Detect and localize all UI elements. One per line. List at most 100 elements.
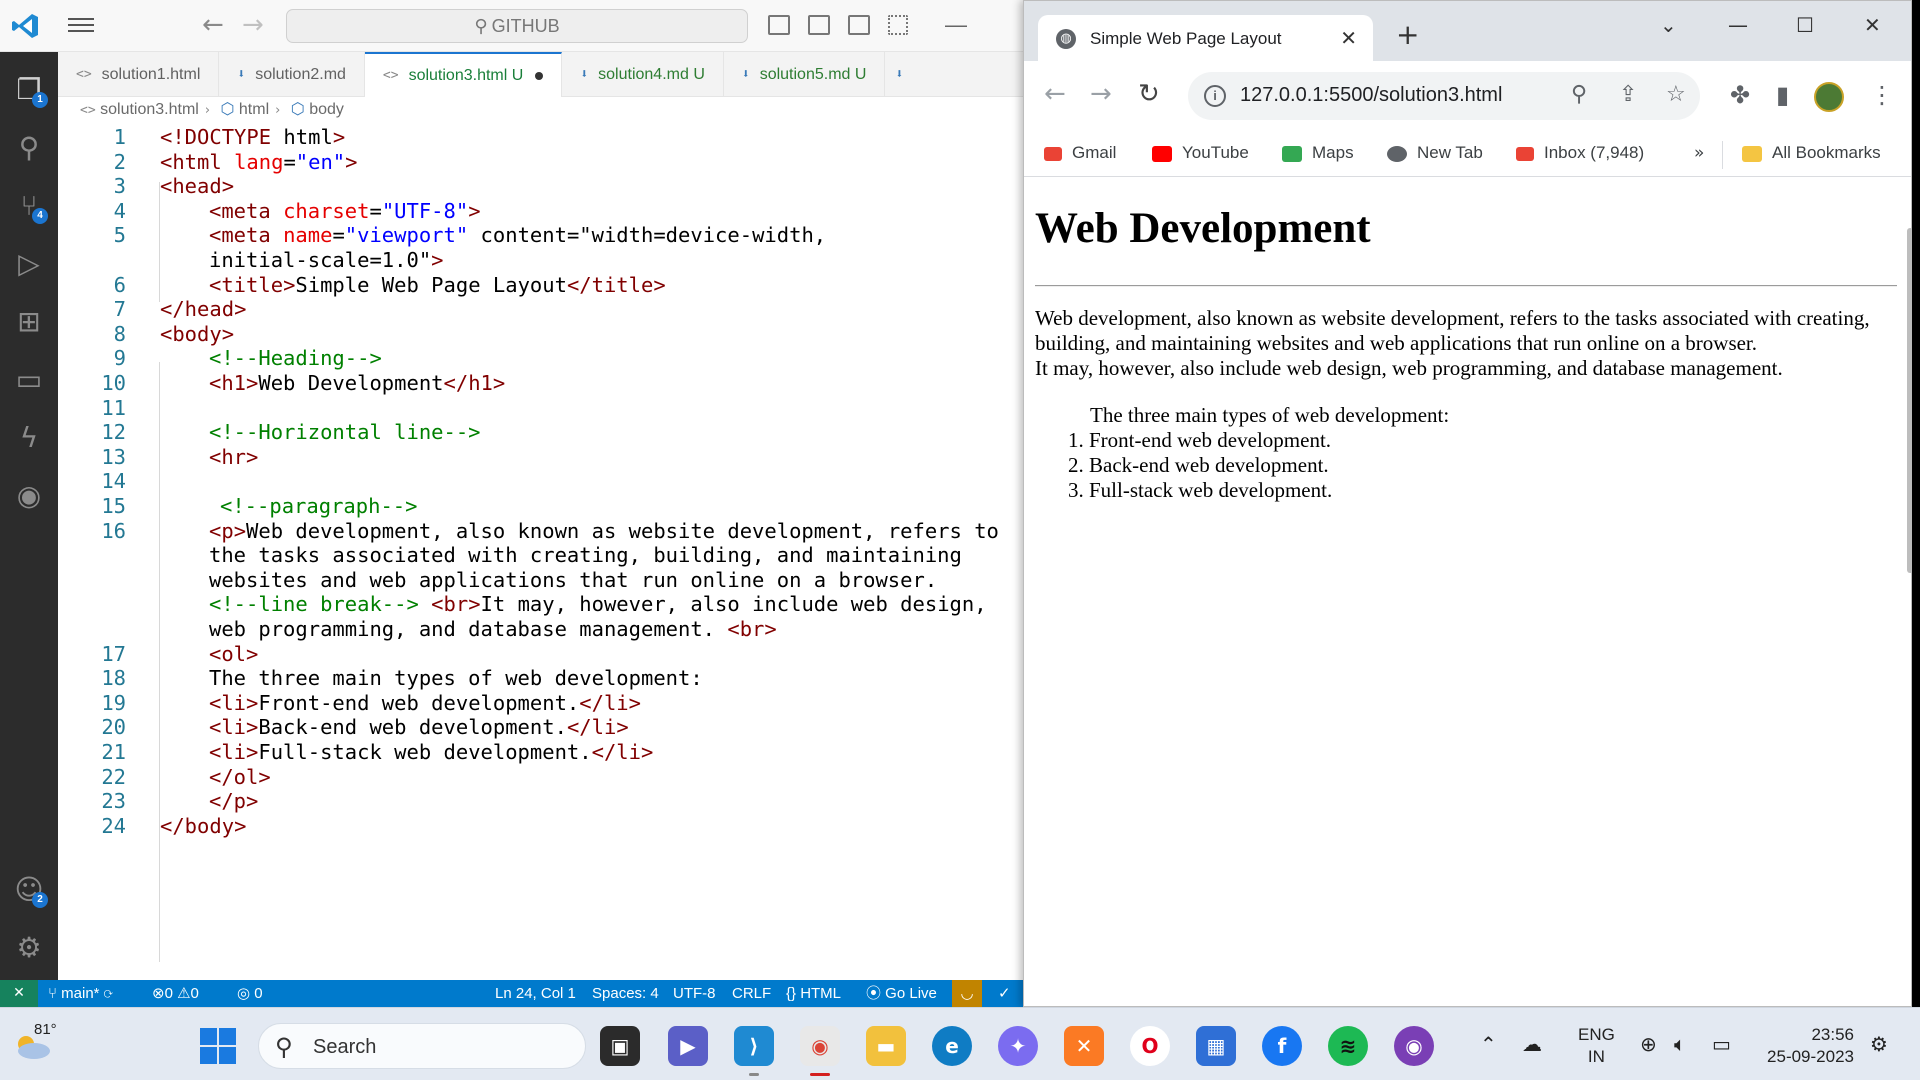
xampp-icon[interactable]: ✕ — [1064, 1026, 1104, 1066]
close-tab-icon[interactable]: ✕ — [1340, 26, 1357, 50]
tab-solution1-html[interactable]: <> solution1.html — [58, 52, 220, 97]
command-center-search[interactable]: ⚲ GITHUB — [286, 9, 748, 43]
volume-icon[interactable]: 🔈︎ — [1674, 1032, 1686, 1056]
indentation[interactable]: Spaces: 4 — [592, 980, 659, 1007]
taskbar-search[interactable]: ⚲ Search — [258, 1023, 586, 1069]
show-hidden-icons-chevron[interactable]: ⌃ — [1480, 1032, 1497, 1056]
error-icon: ⊗ — [152, 985, 165, 1002]
breadcrumb: <> solution3.html › ⬡ html › ⬡ body — [80, 99, 344, 121]
bookmark-youtube[interactable]: YouTube — [1152, 133, 1249, 177]
toggle-secondary-sidebar-icon[interactable] — [848, 15, 870, 35]
ports-indicator[interactable]: ◎ 0 — [237, 980, 263, 1007]
notifications-icon[interactable]: ⚙ — [1870, 1032, 1888, 1056]
file-explorer-icon[interactable]: ▬ — [866, 1026, 906, 1066]
facebook-icon[interactable]: f — [1262, 1026, 1302, 1066]
remote-indicator-icon[interactable]: ✕ — [0, 980, 38, 1007]
edge-icon[interactable]: e — [932, 1026, 972, 1066]
extensions-icon[interactable]: ⊞ — [0, 292, 58, 350]
bookmark-star-icon[interactable]: ☆ — [1666, 82, 1686, 107]
toggle-panel-icon[interactable] — [808, 15, 830, 35]
maximize-button[interactable]: ☐ — [1796, 13, 1814, 37]
toggle-primary-sidebar-icon[interactable] — [768, 15, 790, 35]
reload-icon[interactable]: ↻ — [1138, 79, 1160, 109]
explorer-icon[interactable]: ❐ 1 — [0, 60, 58, 118]
tab-solution4-md[interactable]: ⬇ solution4.md U — [562, 52, 724, 97]
bookmark-inbox[interactable]: Inbox (7,948) — [1516, 133, 1644, 177]
input-language[interactable]: ENG IN — [1578, 1024, 1615, 1068]
run-debug-icon[interactable]: ▷ — [0, 234, 58, 292]
opera-icon[interactable]: O — [1130, 1026, 1170, 1066]
scrollbar[interactable] — [1907, 228, 1911, 573]
settings-gear-icon[interactable]: ⚙ — [0, 918, 58, 976]
bookmark-maps[interactable]: Maps — [1282, 133, 1354, 177]
minimize-button[interactable]: — — [1728, 13, 1748, 37]
close-window-button[interactable]: ✕ — [1864, 13, 1881, 37]
back-arrow-icon[interactable]: ← — [1044, 79, 1066, 109]
search-icon[interactable]: ⚲ — [0, 118, 58, 176]
start-button[interactable] — [200, 1028, 236, 1064]
back-arrow-icon[interactable]: ← — [202, 10, 224, 40]
problems-indicator[interactable]: ⊗0 ⚠0 — [152, 980, 199, 1007]
code-editor[interactable]: 1 <!DOCTYPE html> 2 <html lang="en"> 3 <head>… — [58, 122, 1025, 980]
network-globe-icon[interactable]: ⊕ — [1640, 1032, 1657, 1056]
go-live-button[interactable]: ⦿ Go Live — [866, 980, 937, 1007]
tab-solution2-md[interactable]: ⬇ solution2.md — [219, 52, 365, 97]
task-view-icon[interactable]: ▣ — [600, 1026, 640, 1066]
line-ending[interactable]: CRLF — [732, 980, 771, 1007]
all-bookmarks-button[interactable]: All Bookmarks — [1742, 133, 1881, 177]
clock[interactable]: 23:56 25-09-2023 — [1760, 1024, 1854, 1068]
check-icon[interactable]: ✓ — [998, 980, 1011, 1007]
chrome-toolbar: ← → ↻ i 127.0.0.1:5500/solution3.html ⚲ … — [1024, 61, 1911, 133]
battery-icon[interactable]: ▭ — [1712, 1032, 1731, 1056]
github-icon[interactable]: ◉ — [0, 466, 58, 524]
branch-indicator[interactable]: ⑂ main* ⟳ — [48, 980, 113, 1007]
browser-tab[interactable]: ◍ Simple Web Page Layout ✕ — [1038, 15, 1373, 61]
menu-kebab-icon[interactable]: ⋮ — [1870, 81, 1894, 109]
spotify-icon[interactable]: ≋ — [1328, 1026, 1368, 1066]
github-desktop-icon[interactable]: ◉ — [1394, 1026, 1434, 1066]
cursor-position[interactable]: Ln 24, Col 1 — [495, 980, 576, 1007]
unsaved-dot-icon[interactable] — [535, 71, 544, 80]
breadcrumb-body[interactable]: body — [309, 101, 344, 118]
thunder-client-icon[interactable]: ϟ — [0, 408, 58, 466]
minimize-button[interactable]: — — [945, 12, 967, 38]
bookmark-new-tab[interactable]: New Tab — [1387, 133, 1483, 177]
source-control-icon[interactable]: ⑂ 4 — [0, 176, 58, 234]
markdown-file-icon: ⬇ — [580, 67, 589, 82]
onedrive-cloud-icon[interactable]: ☁ — [1522, 1032, 1542, 1056]
breadcrumb-file[interactable]: solution3.html — [100, 101, 199, 118]
chrome-app-icon[interactable]: ◉ — [800, 1026, 840, 1076]
bookmark-gmail[interactable]: Gmail — [1044, 133, 1116, 177]
new-tab-button[interactable]: + — [1396, 21, 1419, 49]
profile-avatar[interactable] — [1814, 82, 1844, 112]
microsoft-store-icon[interactable]: ▦ — [1196, 1026, 1236, 1066]
forward-arrow-icon[interactable]: → — [1090, 79, 1112, 109]
teams-chat-icon[interactable]: ▶ — [668, 1026, 708, 1066]
side-panel-icon[interactable]: ▮ — [1776, 81, 1789, 109]
accounts-icon[interactable]: ☺ 2 — [0, 860, 58, 918]
menu-icon[interactable] — [68, 14, 94, 38]
breadcrumb-html[interactable]: html — [239, 101, 269, 118]
temperature: 81° — [34, 1021, 57, 1038]
share-icon[interactable]: ⇪ — [1619, 82, 1637, 107]
tab-solution3-html[interactable]: <> solution3.html U — [364, 52, 563, 97]
bookmarks-overflow-button[interactable]: » — [1694, 133, 1704, 177]
copilot-icon[interactable]: ✦ — [998, 1026, 1038, 1066]
address-bar[interactable]: i 127.0.0.1:5500/solution3.html ⚲ ⇪ ☆ — [1188, 72, 1700, 120]
line-number: 24 — [101, 813, 126, 838]
forward-arrow-icon[interactable]: → — [242, 10, 264, 40]
tab-overflow[interactable]: ⬇ — [885, 52, 923, 97]
zoom-icon[interactable]: ⚲ — [1571, 82, 1587, 107]
remote-explorer-icon[interactable]: ▭ — [0, 350, 58, 408]
customize-layout-icon[interactable] — [888, 15, 908, 35]
tab-search-chevron-icon[interactable]: ⌄ — [1660, 13, 1677, 37]
extension-status-icon[interactable]: ◡ — [952, 980, 982, 1007]
url-text[interactable]: 127.0.0.1:5500/solution3.html — [1240, 84, 1502, 107]
encoding[interactable]: UTF-8 — [673, 980, 716, 1007]
extensions-puzzle-icon[interactable]: ✤ — [1730, 81, 1750, 109]
site-info-icon[interactable]: i — [1204, 85, 1226, 107]
language-mode[interactable]: {} HTML — [786, 980, 841, 1007]
vscode-app-icon[interactable]: ⟩ — [734, 1026, 774, 1076]
tab-solution5-md[interactable]: ⬇ solution5.md U — [724, 52, 886, 97]
html-file-icon: <> — [382, 68, 399, 83]
